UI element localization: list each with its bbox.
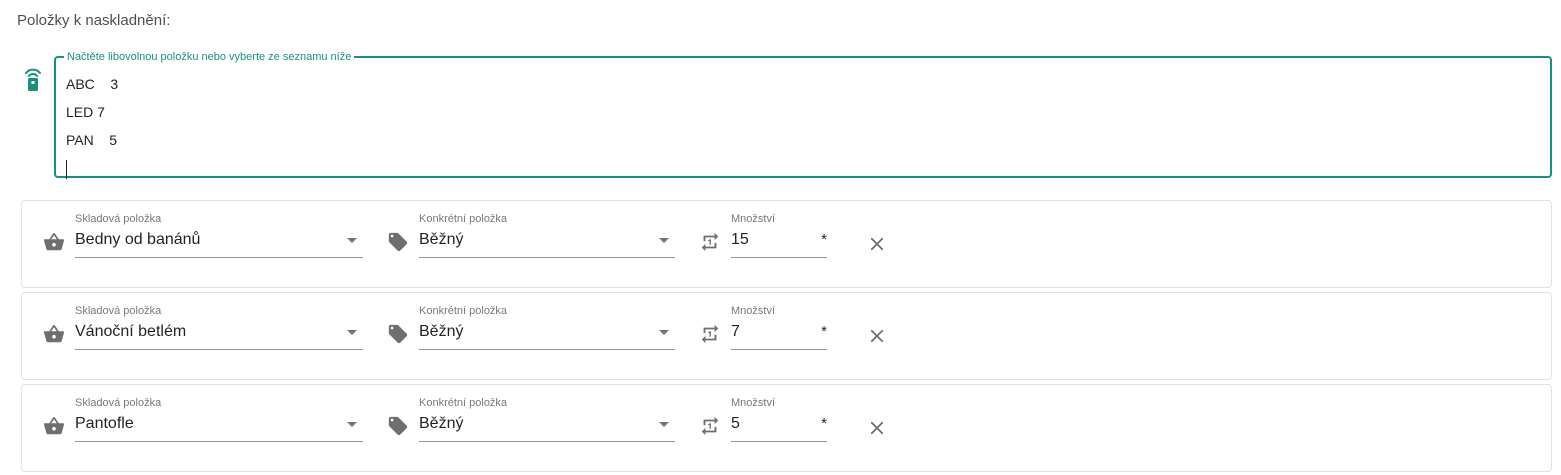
stock-item-row: Skladová položka Bedny od banánů Konkrét… [21,200,1552,288]
specific-item-label: Konkrétní položka [419,397,508,409]
page-title: Položky k naskladnění: [17,12,171,29]
repeat-one-icon [699,415,721,437]
field-underline [75,441,363,442]
field-underline [75,257,363,258]
specific-item-value: Běžný [419,323,464,340]
required-mark: * [821,231,827,248]
stock-item-select[interactable]: Skladová položka Vánoční betlém [75,293,363,379]
specific-item-select[interactable]: Konkrétní položka Běžný [419,293,675,379]
remove-item-button[interactable] [866,417,888,439]
repeat-one-icon [699,231,721,253]
basket-icon [43,415,65,437]
stock-item-value: Vánoční betlém [75,323,187,340]
scan-line: PAN 5 [66,132,118,148]
quantity-label: Množství [731,305,776,317]
quantity-field[interactable]: Množství 5 * [731,385,827,471]
chevron-down-icon[interactable] [347,330,357,335]
basket-icon [43,323,65,345]
stock-item-label: Skladová položka [75,397,162,409]
field-underline [731,349,827,350]
tag-icon [387,415,409,437]
field-underline [419,257,675,258]
remove-item-button[interactable] [866,233,888,255]
quantity-field[interactable]: Množství 15 * [731,201,827,287]
stock-item-select[interactable]: Skladová položka Bedny od banánů [75,201,363,287]
close-icon [870,237,884,251]
stock-item-row: Skladová položka Vánoční betlém Konkrétn… [21,292,1552,380]
chevron-down-icon[interactable] [347,422,357,427]
field-underline [731,441,827,442]
chevron-down-icon[interactable] [659,238,669,243]
scan-textarea[interactable]: ABC 3 LED 7 PAN 5 [66,70,1540,179]
quantity-value[interactable]: 5 [731,415,740,433]
scan-line: ABC 3 [66,76,119,92]
stock-item-label: Skladová položka [75,305,162,317]
quantity-field[interactable]: Množství 7 * [731,293,827,379]
specific-item-label: Konkrétní položka [419,305,508,317]
specific-item-select[interactable]: Konkrétní položka Běžný [419,201,675,287]
quantity-value[interactable]: 15 [731,231,749,249]
scanner-icon [24,66,42,92]
scan-field-label: Načtěte libovolnou položku nebo vyberte … [64,50,355,64]
scan-line: LED 7 [66,104,105,120]
quantity-value[interactable]: 7 [731,323,740,341]
stock-item-value: Bedny od banánů [75,231,201,248]
chevron-down-icon[interactable] [659,330,669,335]
close-icon [870,329,884,343]
specific-item-value: Běžný [419,415,464,432]
tag-icon [387,323,409,345]
specific-item-label: Konkrétní položka [419,213,508,225]
remove-item-button[interactable] [866,325,888,347]
required-mark: * [821,415,827,432]
field-underline [731,257,827,258]
field-underline [419,441,675,442]
field-underline [419,349,675,350]
repeat-one-icon [699,323,721,345]
stock-item-select[interactable]: Skladová položka Pantofle [75,385,363,471]
field-underline [75,349,363,350]
scan-input-field[interactable]: Načtěte libovolnou položku nebo vyberte … [54,50,1552,179]
basket-icon [43,231,65,253]
stock-item-row: Skladová položka Pantofle Konkrétní polo… [21,384,1552,472]
chevron-down-icon[interactable] [347,238,357,243]
required-mark: * [821,323,827,340]
quantity-label: Množství [731,213,776,225]
specific-item-value: Běžný [419,231,464,248]
scan-cursor-line [66,154,1540,182]
quantity-label: Množství [731,397,776,409]
tag-icon [387,231,409,253]
text-caret [66,159,67,179]
close-icon [870,421,884,435]
chevron-down-icon[interactable] [659,422,669,427]
stock-item-value: Pantofle [75,415,134,432]
specific-item-select[interactable]: Konkrétní položka Běžný [419,385,675,471]
stock-item-label: Skladová položka [75,213,162,225]
